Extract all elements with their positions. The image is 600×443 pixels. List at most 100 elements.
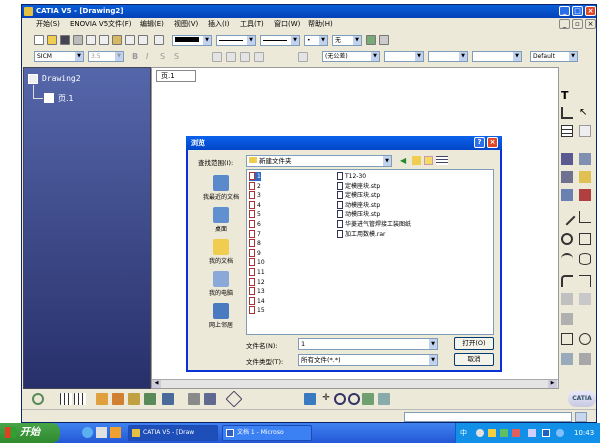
doc-minimize-button[interactable]: _ <box>559 19 570 29</box>
horizontal-scrollbar[interactable]: ◀ ▶ <box>152 379 558 388</box>
col1-file-item[interactable]: 8 <box>249 239 261 248</box>
polyline-icon[interactable] <box>579 211 591 223</box>
col1-file-item[interactable]: 9 <box>249 248 261 258</box>
overline-button[interactable]: S <box>174 52 179 61</box>
new-icon[interactable] <box>34 35 44 45</box>
scroll-right-arrow[interactable]: ▶ <box>548 380 557 388</box>
property-icon[interactable] <box>162 393 174 405</box>
tray-icon-2[interactable] <box>488 429 496 437</box>
up-folder-icon[interactable] <box>412 156 421 165</box>
circle-icon[interactable] <box>561 233 573 245</box>
ime-indicator[interactable]: 中 <box>460 423 467 443</box>
menu-file[interactable]: 文件(F) <box>108 18 132 30</box>
back-icon[interactable]: ◀ <box>400 156 409 165</box>
filename-field[interactable]: 1 ▼ <box>298 338 438 350</box>
scroll-left-arrow[interactable]: ◀ <box>152 380 161 388</box>
break-icon[interactable] <box>579 189 591 201</box>
dimension-combo-2[interactable]: ▼ <box>428 51 468 62</box>
leader-icon[interactable] <box>561 107 573 119</box>
tray-icon-1[interactable] <box>476 429 484 437</box>
tray-icon-5[interactable] <box>528 429 536 437</box>
sheet-icon-btn[interactable] <box>188 393 200 405</box>
place-my-documents[interactable]: 我的文档 <box>196 239 246 265</box>
col1-file-item[interactable]: 15 <box>249 306 265 315</box>
detail-icon[interactable] <box>579 171 591 183</box>
bold-button[interactable]: B <box>132 52 138 61</box>
font-size-combo[interactable]: 3.5 ▼ <box>88 51 124 62</box>
italic-button[interactable]: I <box>146 52 148 61</box>
rotate-2d-icon[interactable] <box>579 333 591 345</box>
open-icon[interactable] <box>47 35 57 45</box>
command-input[interactable] <box>404 412 572 422</box>
measure-icon[interactable] <box>144 393 156 405</box>
save-icon[interactable] <box>60 35 70 45</box>
tray-icon-7[interactable] <box>556 429 564 437</box>
dress-up-icon[interactable] <box>579 353 591 365</box>
hatch-icon[interactable] <box>379 35 389 45</box>
sketch-icon[interactable] <box>225 390 243 408</box>
dimension-combo-3[interactable]: ▼ <box>472 51 522 62</box>
offset-icon[interactable] <box>579 293 591 305</box>
dimension-icon[interactable] <box>561 153 573 165</box>
font-name-combo[interactable]: SICM ▼ <box>34 51 84 62</box>
trim-icon[interactable] <box>561 293 573 305</box>
redo-icon[interactable] <box>138 35 148 45</box>
area-fill-icon[interactable] <box>561 353 573 365</box>
zoom-in-icon[interactable] <box>334 393 346 405</box>
menu-view[interactable]: 视图(V) <box>174 18 198 30</box>
tray-icon-4[interactable] <box>512 429 520 437</box>
strikethrough-button[interactable]: S <box>160 52 165 61</box>
col1-file-item[interactable]: 1 <box>249 172 261 181</box>
col1-file-item[interactable]: 13 <box>249 287 265 296</box>
superscript-icon[interactable] <box>298 52 308 62</box>
quicklaunch-ie-icon[interactable] <box>82 427 93 438</box>
symmetry-icon[interactable] <box>561 313 573 325</box>
table-icon[interactable] <box>561 125 573 137</box>
start-button[interactable]: 开始 <box>0 423 60 443</box>
fit-all-icon[interactable] <box>362 393 374 405</box>
line-width-combo[interactable]: ▼ <box>216 35 256 46</box>
layer-combo[interactable]: Default ▼ <box>530 51 578 62</box>
col2-file-item[interactable]: 动模压块.stp <box>337 210 380 219</box>
point-combo[interactable]: • ▼ <box>304 35 328 46</box>
zoom-out-icon[interactable] <box>348 393 360 405</box>
col1-file-item[interactable]: 12 <box>249 277 265 287</box>
grid-toggle-icon[interactable] <box>60 393 72 405</box>
refresh-icon[interactable] <box>32 393 44 405</box>
hide-show-icon[interactable] <box>378 393 390 405</box>
corner-icon[interactable] <box>561 275 573 287</box>
menu-edit[interactable]: 编辑(E) <box>140 18 164 30</box>
col1-file-item[interactable]: 10 <box>249 258 265 267</box>
views-icon[interactable] <box>561 189 573 201</box>
col2-file-item[interactable]: 动模座块.stp <box>337 200 380 210</box>
copy-icon[interactable] <box>99 35 109 45</box>
save-mgmt-icon[interactable] <box>204 393 216 405</box>
anchor-icon[interactable] <box>254 52 264 62</box>
close-button[interactable]: × <box>585 6 596 16</box>
menu-tools[interactable]: 工具(T) <box>240 18 264 30</box>
quicklaunch-desktop-icon[interactable] <box>96 427 107 438</box>
align-left-icon[interactable] <box>212 52 222 62</box>
dimension-combo-1[interactable]: ▼ <box>384 51 424 62</box>
constraint-icon[interactable] <box>561 333 573 345</box>
menu-help[interactable]: 帮助(H) <box>308 18 333 30</box>
open-button[interactable]: 打开(O) <box>454 337 494 350</box>
menu-window[interactable]: 窗口(W) <box>274 18 300 30</box>
menu-start[interactable]: 开始(S) <box>36 18 60 30</box>
chamfer-icon[interactable] <box>561 171 573 183</box>
look-in-combo[interactable]: 新建文件夹 ▼ <box>246 155 392 167</box>
col1-file-item[interactable]: 2 <box>249 181 261 191</box>
frame-icon[interactable] <box>226 52 236 62</box>
tree-root-label[interactable]: Drawing2 <box>42 74 81 83</box>
col2-file-item[interactable]: 加工用数模.rar <box>337 229 386 239</box>
cut-icon[interactable] <box>86 35 96 45</box>
task-word[interactable]: 文档 1 - Microso <box>222 425 312 441</box>
doc-close-button[interactable]: × <box>585 19 596 29</box>
maximize-button[interactable]: □ <box>572 6 583 16</box>
cut-view-icon[interactable] <box>128 393 140 405</box>
undo-icon[interactable] <box>125 35 135 45</box>
task-catia[interactable]: CATIA V5 - [Draw <box>128 425 218 441</box>
rectangle-icon[interactable] <box>579 233 591 245</box>
fill-combo[interactable]: 无 ▼ <box>332 35 362 46</box>
line-type-combo[interactable]: ▼ <box>260 35 300 46</box>
